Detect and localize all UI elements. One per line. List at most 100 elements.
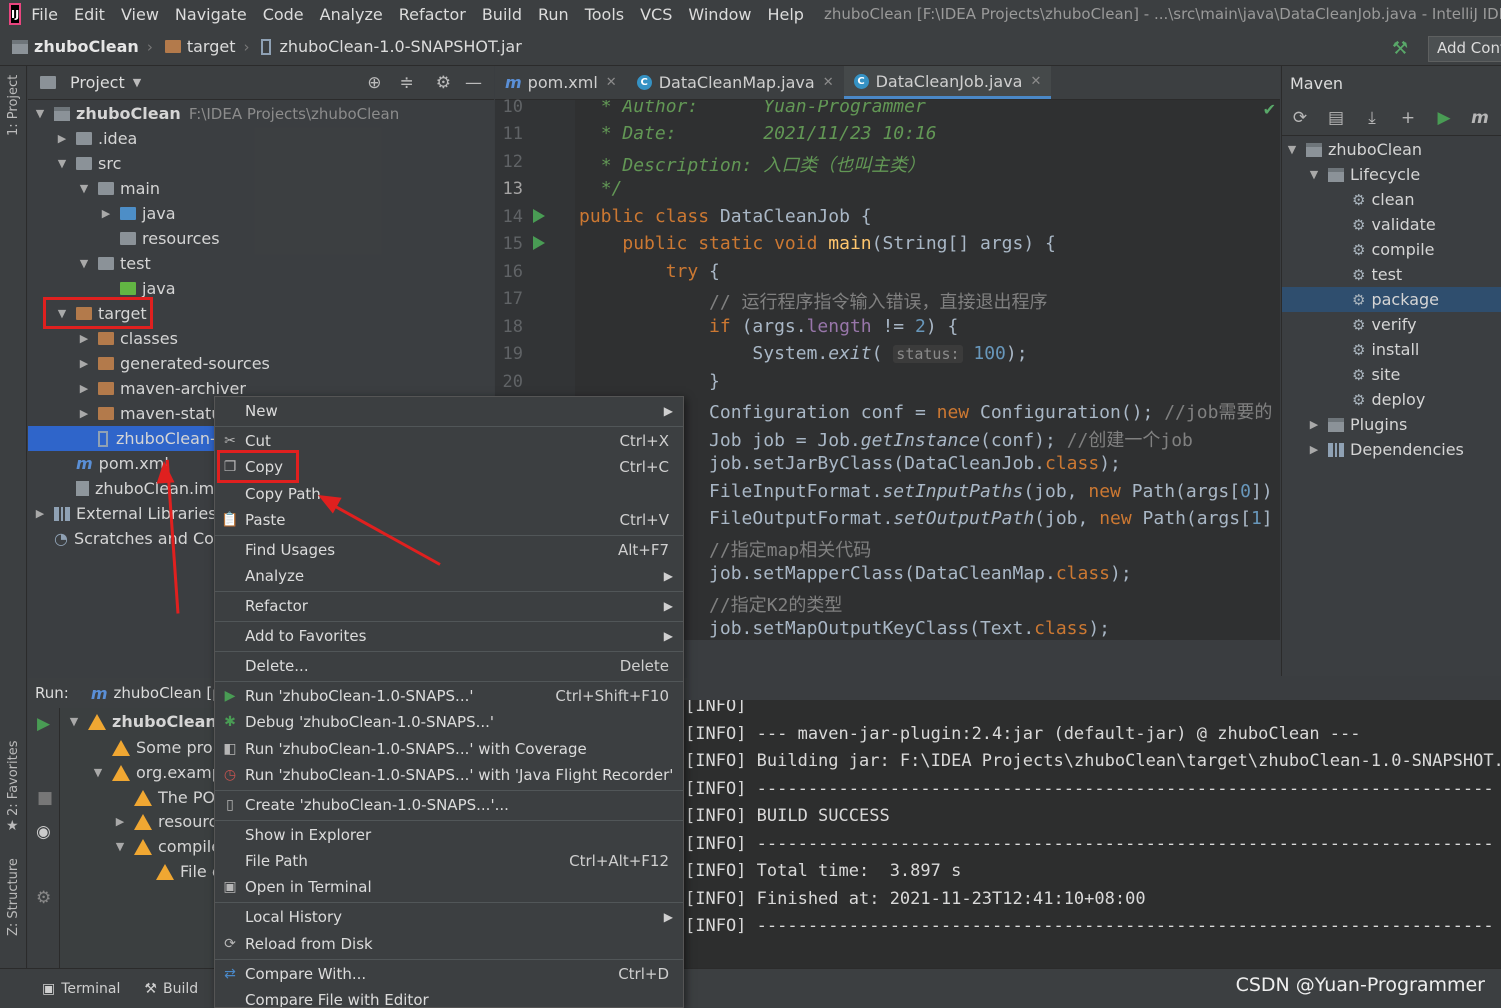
breadcrumb-file[interactable]: zhuboClean-1.0-SNAPSHOT.jar	[261, 37, 522, 56]
add-configuration-button[interactable]: Add Configuration...	[1428, 36, 1501, 62]
chevron-right-icon[interactable]: ▶	[76, 407, 92, 420]
chevron-down-icon[interactable]: ▼	[54, 157, 70, 170]
project-tool-tab[interactable]: 1: Project	[6, 75, 21, 136]
menu-help[interactable]: Help	[767, 5, 803, 24]
menu-item-create-config[interactable]: ▯ Create 'zhuboClean-1.0-SNAPS...'...	[215, 792, 683, 818]
tree-node-test[interactable]: ▼ test	[76, 251, 151, 276]
maven-node-dependencies[interactable]: ▶ Dependencies	[1306, 437, 1464, 462]
project-panel-title[interactable]: Project	[70, 73, 125, 92]
menu-code[interactable]: Code	[263, 5, 304, 24]
chevron-right-icon[interactable]: ▶	[76, 332, 92, 345]
eye-icon[interactable]: ◉	[36, 822, 51, 842]
menu-edit[interactable]: Edit	[74, 5, 105, 24]
menu-item-add-to-favorites[interactable]: Add to Favorites ▶	[215, 623, 683, 649]
tree-node-maven-status[interactable]: ▶ maven-status	[76, 401, 230, 426]
maven-phase-package[interactable]: ⚙ package	[1282, 287, 1501, 312]
hide-icon[interactable]: —	[465, 73, 482, 93]
tab-datacleanjob[interactable]: C DataCleanJob.java ✕	[843, 66, 1052, 99]
gear-icon[interactable]: ⚙	[436, 73, 451, 93]
menu-item-reload[interactable]: ⟳ Reload from Disk	[215, 931, 683, 957]
chevron-down-icon[interactable]: ▼	[1284, 143, 1300, 156]
favorites-tool-tab[interactable]: 2: Favorites	[6, 740, 21, 816]
rerun-icon[interactable]: ▶	[37, 714, 50, 734]
menu-item-analyze[interactable]: Analyze ▶	[215, 563, 683, 589]
maven-phase-site[interactable]: ⚙ site	[1352, 362, 1400, 387]
settings-icon[interactable]: ⚙	[36, 888, 51, 908]
locate-icon[interactable]: ⊕	[367, 73, 381, 93]
chevron-down-icon[interactable]: ▼	[32, 107, 48, 120]
menu-item-compare-editor[interactable]: Compare File with Editor	[215, 987, 683, 1007]
chevron-down-icon[interactable]: ▼	[1306, 168, 1322, 181]
menu-item-new[interactable]: New ▶	[215, 398, 683, 424]
maven-phase-clean[interactable]: ⚙ clean	[1352, 187, 1414, 212]
chevron-down-icon[interactable]: ▼	[76, 257, 92, 270]
tab-pom[interactable]: m pom.xml ✕	[495, 66, 627, 99]
chevron-down-icon[interactable]: ▼	[66, 715, 82, 728]
menu-vcs[interactable]: VCS	[640, 5, 672, 24]
menu-item-local-history[interactable]: Local History ▶	[215, 904, 683, 930]
chevron-right-icon[interactable]: ▶	[54, 132, 70, 145]
structure-tool-tab[interactable]: Z: Structure	[6, 858, 21, 936]
reload-icon[interactable]: ⟳	[1282, 108, 1318, 128]
tree-node-external-libraries[interactable]: ▶ External Libraries	[32, 501, 217, 526]
menu-item-run[interactable]: ▶ Run 'zhuboClean-1.0-SNAPS...' Ctrl+Shift…	[215, 683, 683, 709]
menu-item-paste[interactable]: 📋 Paste Ctrl+V	[215, 507, 683, 533]
menu-item-open-terminal[interactable]: ▣ Open in Terminal	[215, 874, 683, 900]
chevron-right-icon[interactable]: ▶	[98, 207, 114, 220]
maven-phase-verify[interactable]: ⚙ verify	[1352, 312, 1417, 337]
run-gutter-icon[interactable]	[533, 209, 545, 223]
maven-execute-icon[interactable]: m	[1462, 108, 1498, 128]
chevron-right-icon[interactable]: ▶	[76, 357, 92, 370]
chevron-down-icon[interactable]: ▼	[112, 840, 128, 853]
tree-node-src[interactable]: ▼ src	[54, 151, 122, 176]
menu-item-copy-path[interactable]: Copy Path...	[215, 481, 683, 507]
maven-phase-validate[interactable]: ⚙ validate	[1352, 212, 1436, 237]
tree-node-root[interactable]: ▼ zhuboClean F:\IDEA Projects\zhuboClean	[32, 101, 399, 126]
run-console[interactable]: [INFO] [INFO] --- maven-jar-plugin:2.4:j…	[683, 700, 1501, 968]
tree-node-main[interactable]: ▼ main	[76, 176, 160, 201]
generate-sources-icon[interactable]: ▤	[1318, 108, 1354, 128]
run-node-compile[interactable]: ▼ compile	[112, 834, 221, 859]
build-hammer-icon[interactable]: ⚒	[1392, 38, 1408, 59]
menu-item-delete[interactable]: Delete... Delete	[215, 653, 683, 679]
tree-node-classes[interactable]: ▶ classes	[76, 326, 178, 351]
menu-item-run-jfr[interactable]: ◷ Run 'zhuboClean-1.0-SNAPS...' with 'Jav…	[215, 762, 683, 788]
breadcrumb-project[interactable]: zhuboClean	[12, 37, 139, 56]
menu-item-find-usages[interactable]: Find Usages Alt+F7	[215, 537, 683, 563]
chevron-right-icon[interactable]: ▶	[1306, 418, 1322, 431]
add-icon[interactable]: +	[1390, 108, 1426, 128]
chevron-right-icon[interactable]: ▶	[32, 507, 48, 520]
tree-node-java[interactable]: ▶ java	[98, 201, 176, 226]
close-icon[interactable]: ✕	[823, 75, 834, 90]
menu-file[interactable]: File	[31, 5, 58, 24]
maven-node-lifecycle[interactable]: ▼ Lifecycle	[1306, 162, 1420, 187]
maven-phase-test[interactable]: ⚙ test	[1352, 262, 1402, 287]
menu-view[interactable]: View	[121, 5, 159, 24]
chevron-right-icon[interactable]: ▶	[76, 382, 92, 395]
maven-phase-compile[interactable]: ⚙ compile	[1352, 237, 1435, 262]
close-icon[interactable]: ✕	[1030, 74, 1041, 89]
tree-node-iml[interactable]: zhuboClean.iml	[76, 476, 219, 501]
run-gutter-icon[interactable]	[533, 236, 545, 250]
maven-phase-install[interactable]: ⚙ install	[1352, 337, 1419, 362]
breadcrumb-folder[interactable]: target	[164, 37, 235, 56]
menu-analyze[interactable]: Analyze	[320, 5, 383, 24]
chevron-right-icon[interactable]: ▶	[112, 815, 128, 828]
menu-run[interactable]: Run	[538, 5, 569, 24]
download-icon[interactable]: ⤓	[1354, 108, 1390, 128]
menu-item-compare-with[interactable]: ⇄ Compare With... Ctrl+D	[215, 961, 683, 987]
tree-node-resources[interactable]: resources	[120, 226, 220, 251]
menu-item-file-path[interactable]: File Path Ctrl+Alt+F12	[215, 848, 683, 874]
run-icon[interactable]: ▶	[1426, 108, 1462, 128]
menu-refactor[interactable]: Refactor	[399, 5, 466, 24]
maven-node-root[interactable]: ▼ zhuboClean	[1284, 137, 1422, 162]
menu-window[interactable]: Window	[688, 5, 751, 24]
menu-build[interactable]: Build	[482, 5, 522, 24]
chevron-down-icon[interactable]: ▼	[76, 182, 92, 195]
maven-node-plugins[interactable]: ▶ Plugins	[1306, 412, 1408, 437]
tab-datacleanmap[interactable]: C DataCleanMap.java ✕	[627, 66, 844, 99]
build-tool-button[interactable]: ⚒ Build	[144, 981, 198, 997]
chevron-right-icon[interactable]: ▶	[1306, 443, 1322, 456]
menu-navigate[interactable]: Navigate	[175, 5, 247, 24]
menu-tools[interactable]: Tools	[585, 5, 624, 24]
